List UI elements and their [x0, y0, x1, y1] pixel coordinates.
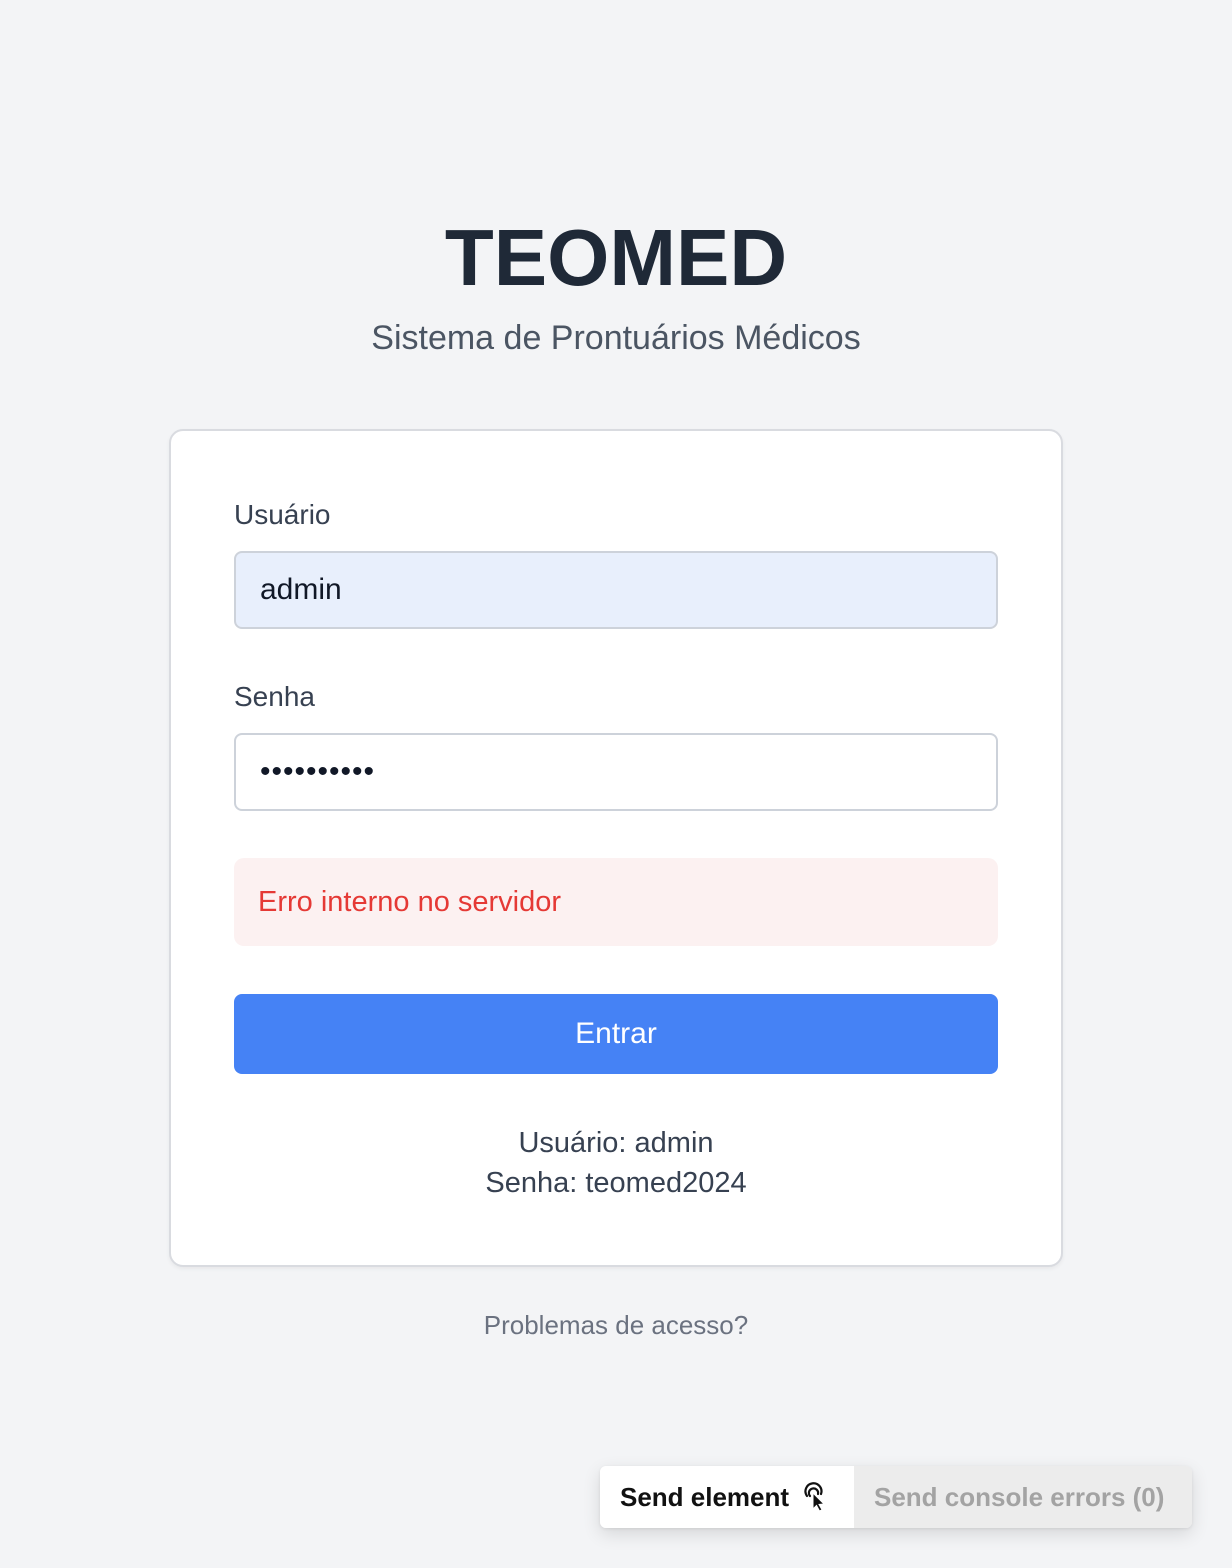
username-input[interactable]: admin — [234, 551, 998, 629]
credentials-hint-password: Senha: teomed2024 — [485, 1167, 747, 1199]
error-alert: Erro interno no servidor — [234, 858, 998, 946]
username-label: Usuário — [234, 499, 331, 530]
dev-toolbar: Send element Send console errors (0) — [600, 1466, 1192, 1528]
app-subtitle: Sistema de Prontuários Médicos — [371, 319, 861, 357]
login-card: Usuário admin Senha •••••••••• Erro inte… — [169, 429, 1063, 1267]
send-console-errors-button[interactable]: Send console errors (0) — [854, 1466, 1192, 1528]
access-problems-link[interactable]: Problemas de acesso? — [0, 1308, 1232, 1342]
app-title: TEOMED — [444, 213, 788, 302]
login-page: TEOMED Sistema de Prontuários Médicos Us… — [0, 0, 1232, 1568]
pointer-click-icon — [801, 1482, 829, 1512]
login-button[interactable]: Entrar — [234, 994, 998, 1074]
password-input[interactable]: •••••••••• — [234, 733, 998, 811]
credentials-hint-username: Usuário: admin — [518, 1127, 714, 1159]
send-element-label: Send element — [620, 1481, 790, 1512]
password-label: Senha — [234, 681, 315, 712]
send-element-button[interactable]: Send element — [600, 1466, 854, 1528]
